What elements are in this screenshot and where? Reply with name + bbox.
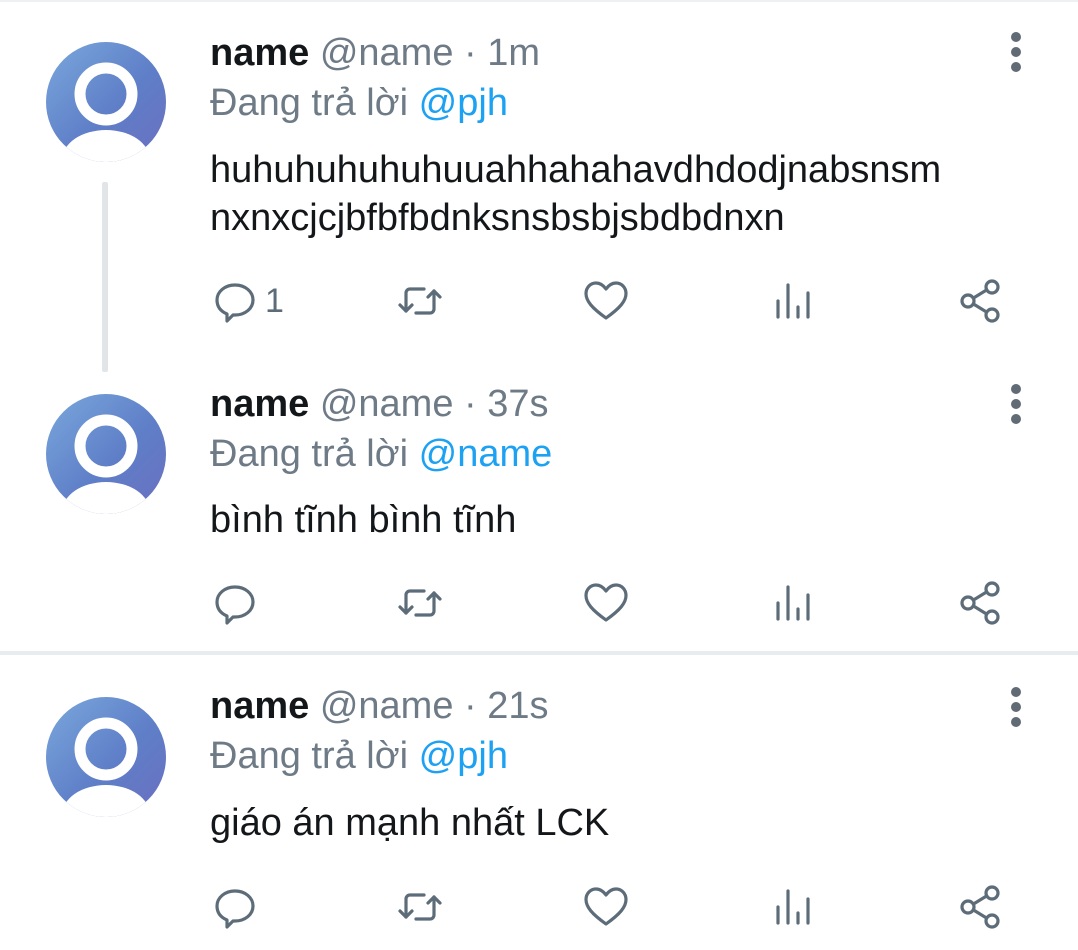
tweet-text-line: giáo án mạnh nhất LCK	[210, 802, 610, 844]
like-button[interactable]	[582, 573, 630, 633]
reply-icon	[215, 585, 255, 625]
replying-to: Đang trả lời @name	[210, 431, 552, 477]
share-icon	[960, 581, 1000, 625]
username[interactable]: name	[210, 32, 309, 74]
share-button[interactable]	[956, 877, 1004, 937]
tweet-text: bình tĩnh bình tĩnh	[210, 496, 516, 544]
stats-icon	[776, 889, 810, 925]
reply-button[interactable]	[211, 573, 259, 633]
retweet-button[interactable]	[396, 271, 444, 331]
like-icon	[584, 583, 628, 622]
reply-icon	[215, 889, 255, 929]
timestamp[interactable]: 21s	[487, 685, 548, 727]
username[interactable]: name	[210, 685, 309, 727]
share-button[interactable]	[956, 271, 1004, 331]
handle[interactable]: @name	[320, 383, 454, 425]
mention-link[interactable]: @name	[419, 433, 553, 475]
tweet-text-line: huhuhuhuhuhuuahhahahavdhdodjnabsnsm	[210, 149, 942, 191]
tweet-text-line: bình tĩnh bình tĩnh	[210, 499, 517, 541]
stats-button[interactable]	[770, 271, 818, 331]
replying-prefix: Đang trả lời	[210, 735, 409, 777]
timestamp[interactable]: 37s	[487, 383, 548, 425]
default-avatar-icon	[62, 62, 150, 162]
action-bar	[0, 877, 1078, 937]
handle[interactable]: @name	[320, 32, 454, 74]
username[interactable]: name	[210, 383, 309, 425]
avatar[interactable]	[46, 42, 166, 162]
reply-button[interactable]	[211, 877, 259, 937]
like-icon	[584, 281, 628, 320]
tweet-header: name @name · 21s	[210, 683, 549, 729]
default-avatar-icon	[62, 414, 150, 514]
tweet-header: name @name · 37s	[210, 381, 549, 427]
avatar[interactable]	[46, 697, 166, 817]
mention-link[interactable]: @pjh	[419, 735, 508, 777]
stats-button[interactable]	[770, 877, 818, 937]
action-bar: 1	[0, 271, 1078, 331]
action-bar	[0, 573, 1078, 633]
retweet-icon	[398, 287, 442, 315]
tweet[interactable]: name @name · 37s Đang trả lời @name bình…	[0, 372, 1078, 652]
like-icon	[584, 887, 628, 926]
reply-count: 1	[265, 281, 284, 320]
avatar[interactable]	[46, 394, 166, 514]
replying-prefix: Đang trả lời	[210, 433, 409, 475]
reply-icon	[215, 283, 255, 323]
default-avatar-icon	[62, 717, 150, 817]
tweet[interactable]: name @name · 1m Đang trả lời @pjh huhuhu…	[0, 0, 1078, 372]
tweet[interactable]: name @name · 21s Đang trả lời @pjh giáo …	[0, 655, 1078, 950]
separator: ·	[464, 32, 477, 74]
tweet-header: name @name · 1m	[210, 30, 540, 76]
share-button[interactable]	[956, 573, 1004, 633]
retweet-icon	[398, 893, 442, 921]
share-icon	[960, 885, 1000, 929]
handle[interactable]: @name	[320, 685, 454, 727]
stats-button[interactable]	[770, 573, 818, 633]
like-button[interactable]	[582, 877, 630, 937]
replying-to: Đang trả lời @pjh	[210, 733, 508, 779]
tweet-text: giáo án mạnh nhất LCK	[210, 799, 609, 847]
like-button[interactable]	[582, 271, 630, 331]
tweet-text: huhuhuhuhuhuuahhahahavdhdodjnabsnsm nxnx…	[210, 146, 941, 242]
more-icon[interactable]	[998, 685, 1034, 729]
timestamp[interactable]: 1m	[487, 32, 540, 74]
mention-link[interactable]: @pjh	[419, 82, 508, 124]
more-icon[interactable]	[998, 382, 1034, 426]
separator: ·	[464, 685, 477, 727]
separator: ·	[464, 383, 477, 425]
retweet-button[interactable]	[396, 877, 444, 937]
replying-prefix: Đang trả lời	[210, 82, 409, 124]
more-icon[interactable]	[998, 30, 1034, 74]
retweet-icon	[398, 589, 442, 617]
share-icon	[960, 279, 1000, 323]
replying-to: Đang trả lời @pjh	[210, 80, 508, 126]
reply-button[interactable]: 1	[211, 271, 284, 331]
stats-icon	[776, 283, 810, 319]
tweet-text-line: nxnxcjcjbfbfbdnksnsbsbjsbdbdnxn	[210, 197, 785, 239]
retweet-button[interactable]	[396, 573, 444, 633]
stats-icon	[776, 585, 810, 621]
